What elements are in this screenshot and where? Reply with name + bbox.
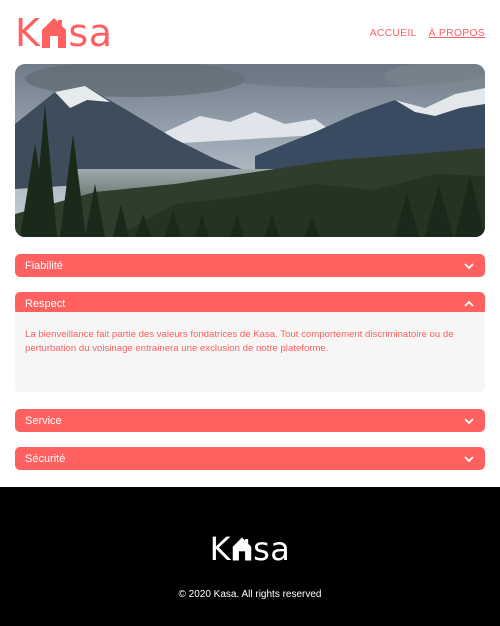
- chevron-down-icon: [464, 455, 474, 462]
- house-icon: [42, 18, 67, 48]
- logo-letters-sa: sa: [253, 530, 291, 568]
- kasa-logo[interactable]: K sa: [15, 14, 113, 52]
- accordion-title: Sécurité: [25, 452, 66, 465]
- chevron-up-icon: [464, 300, 474, 307]
- main-nav: ACCUEIL À PROPOS: [370, 27, 485, 39]
- accordion-fiabilite: Fiabilité: [15, 254, 485, 277]
- hero-banner-image: [15, 64, 485, 237]
- footer-logo: K sa: [0, 533, 500, 565]
- accordion-header-securite[interactable]: Sécurité: [15, 447, 485, 470]
- accordion-header-service[interactable]: Service: [15, 409, 485, 432]
- nav-link-accueil[interactable]: ACCUEIL: [370, 27, 417, 39]
- accordion-header-fiabilite[interactable]: Fiabilité: [15, 254, 485, 277]
- house-icon: [232, 537, 252, 561]
- accordion-content-respect: La bienveillance fait partie des valeurs…: [15, 312, 485, 392]
- chevron-down-icon: [464, 417, 474, 424]
- accordion-securite: Sécurité: [15, 447, 485, 470]
- accordion-service: Service: [15, 409, 485, 432]
- logo-letters-sa: sa: [68, 11, 113, 55]
- site-footer: K sa © 2020 Kasa. All rights reserved: [0, 487, 500, 626]
- accordion-content-text: La bienveillance fait partie des valeurs…: [25, 329, 454, 354]
- accordion-respect: Respect La bienveillance fait partie des…: [15, 292, 485, 392]
- site-header: K sa ACCUEIL À PROPOS: [15, 14, 485, 52]
- logo-letter-k: K: [209, 530, 232, 568]
- accordion-title: Respect: [25, 297, 66, 310]
- accordion-title: Fiabilité: [25, 259, 63, 272]
- chevron-down-icon: [464, 262, 474, 269]
- copyright-text: © 2020 Kasa. All rights reserved: [178, 589, 322, 600]
- logo-letter-k: K: [15, 11, 41, 55]
- accordion-title: Service: [25, 414, 62, 427]
- nav-link-a-propos[interactable]: À PROPOS: [429, 27, 485, 39]
